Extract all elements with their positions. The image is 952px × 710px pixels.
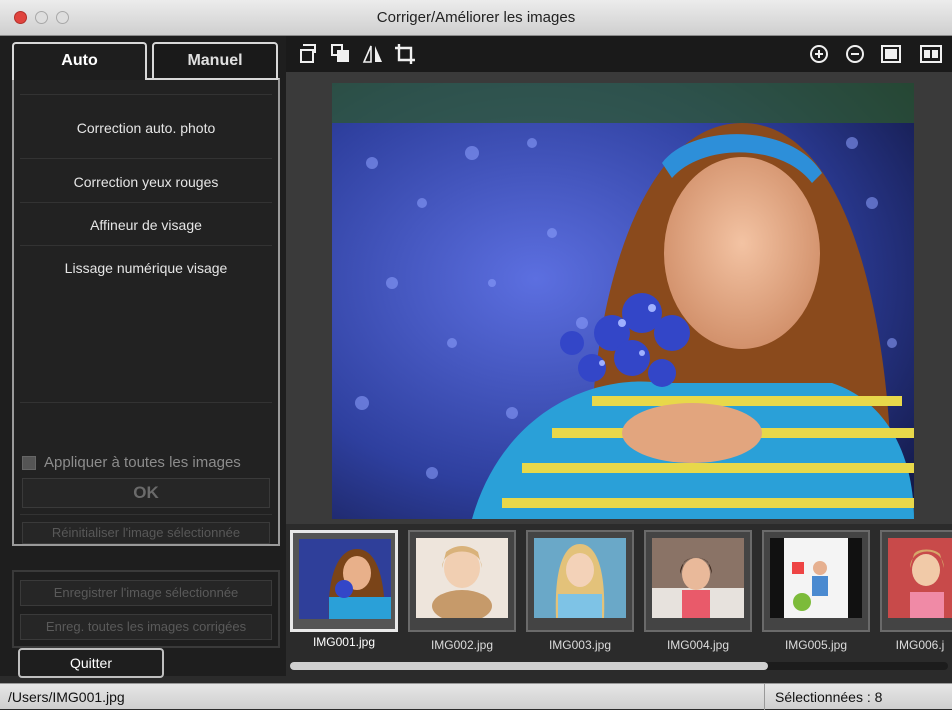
title-bar: Corriger/Améliorer les images — [0, 0, 952, 36]
auto-tab-content: Correction auto. photo Correction yeux r… — [12, 78, 280, 546]
tab-auto[interactable]: Auto — [12, 42, 147, 80]
file-path: /Users/IMG001.jpg — [8, 689, 125, 705]
quit-button[interactable]: Quitter — [18, 648, 164, 678]
digital-face-smoothing-button[interactable]: Lissage numérique visage — [14, 260, 278, 276]
thumbnail-image — [888, 538, 952, 618]
divider — [20, 402, 272, 403]
compare-view-icon[interactable] — [918, 42, 944, 66]
preview-area — [286, 72, 952, 524]
divider — [20, 202, 272, 203]
tab-manuel[interactable]: Manuel — [152, 42, 278, 80]
divider — [20, 514, 272, 515]
apply-all-label: Appliquer à toutes les images — [44, 454, 241, 471]
thumbnail-name: IMG006.j — [895, 638, 945, 652]
reset-selected-image-button[interactable]: Réinitialiser l'image sélectionnée — [22, 522, 270, 544]
save-all-corrected-button[interactable]: Enreg. toutes les images corrigées — [20, 614, 272, 640]
thumbnail-name: IMG005.jpg — [784, 638, 848, 652]
divider — [20, 94, 272, 95]
divider — [20, 158, 272, 159]
zoom-in-icon[interactable] — [806, 42, 832, 66]
thumbnail-item[interactable]: IMG005.jpg — [762, 530, 870, 652]
auto-photo-fix-button[interactable]: Correction auto. photo — [14, 120, 278, 136]
save-group: Enregistrer l'image sélectionnée Enreg. … — [12, 570, 280, 648]
thumbnail-name: IMG001.jpg — [312, 635, 376, 649]
thumbnail-image — [652, 538, 744, 618]
thumbnail-image — [416, 538, 508, 618]
thumbnail-strip: IMG001.jpg IMG002.jpg IMG003.jpg IMG004.… — [286, 524, 952, 670]
correction-panel: Auto Manuel Correction auto. photo Corre… — [0, 36, 286, 678]
scrollbar-thumb[interactable] — [290, 662, 768, 670]
apply-all-row[interactable]: Appliquer à toutes les images — [22, 452, 278, 474]
thumbnail-name: IMG003.jpg — [548, 638, 612, 652]
divider — [20, 245, 272, 246]
thumbnail-image — [770, 538, 862, 618]
rotate-right-icon[interactable] — [328, 42, 354, 66]
status-bar: /Users/IMG001.jpg Sélectionnées : 8 — [0, 683, 952, 710]
thumbnail-item[interactable]: IMG002.jpg — [408, 530, 516, 652]
ok-button[interactable]: OK — [22, 478, 270, 508]
rotate-left-icon[interactable] — [296, 42, 322, 66]
save-selected-image-button[interactable]: Enregistrer l'image sélectionnée — [20, 580, 272, 606]
image-toolbar — [286, 36, 952, 72]
thumbnail-name: IMG004.jpg — [666, 638, 730, 652]
thumbnail-scrollbar[interactable] — [290, 662, 948, 670]
crop-icon[interactable] — [392, 42, 418, 66]
thumbnail-item[interactable]: IMG001.jpg — [290, 530, 398, 649]
flip-horizontal-icon[interactable] — [360, 42, 386, 66]
red-eye-correction-button[interactable]: Correction yeux rouges — [14, 174, 278, 190]
thumbnail-item[interactable]: IMG004.jpg — [644, 530, 752, 652]
face-sharpener-button[interactable]: Affineur de visage — [14, 217, 278, 233]
preview-image[interactable] — [332, 83, 914, 519]
apply-all-checkbox[interactable] — [22, 456, 36, 470]
selected-count: Sélectionnées : 8 — [764, 684, 952, 710]
single-view-icon[interactable] — [878, 42, 904, 66]
thumbnail-image — [534, 538, 626, 618]
thumbnail-image — [299, 539, 391, 619]
zoom-out-icon[interactable] — [842, 42, 868, 66]
window-title: Corriger/Améliorer les images — [376, 9, 576, 26]
thumbnail-item[interactable]: IMG003.jpg — [526, 530, 634, 652]
thumbnail-item[interactable]: IMG006.j — [880, 530, 952, 652]
thumbnail-name: IMG002.jpg — [430, 638, 494, 652]
